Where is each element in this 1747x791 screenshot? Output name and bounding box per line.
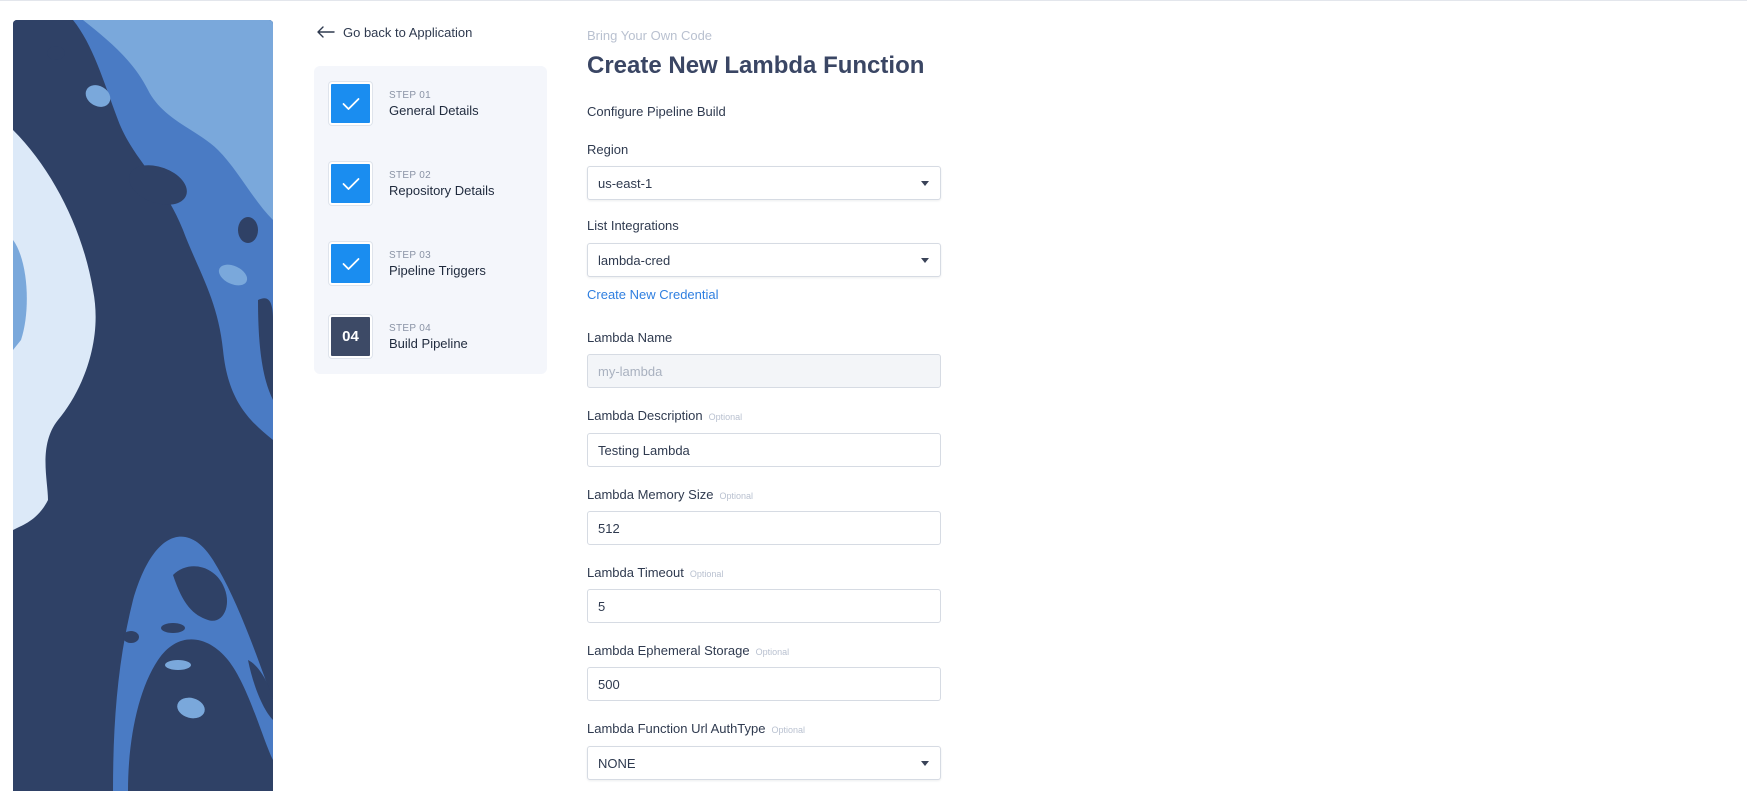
lambda-storage-input[interactable]: 500	[587, 667, 941, 701]
lambda-memory-label: Lambda Memory Size Optional	[587, 487, 753, 502]
step-status-box	[329, 242, 372, 285]
optional-tag: Optional	[771, 725, 806, 735]
lambda-storage-value: 500	[598, 676, 620, 692]
step-number: STEP 01	[389, 89, 431, 101]
lambda-memory-input[interactable]: 512	[587, 511, 941, 545]
region-selected-value: us-east-1	[598, 175, 653, 191]
optional-tag: Optional	[708, 412, 743, 422]
integrations-selected-value: lambda-cred	[598, 252, 671, 268]
step-number: STEP 02	[389, 169, 431, 181]
checkmark-icon	[342, 257, 359, 270]
step-build-pipeline[interactable]: 04 STEP 04 Build Pipeline	[329, 315, 468, 358]
step-pipeline-triggers[interactable]: STEP 03 Pipeline Triggers	[329, 242, 486, 285]
back-to-application-link[interactable]: Go back to Application	[317, 22, 472, 42]
step-text: STEP 01 General Details	[389, 89, 479, 119]
back-link-label: Go back to Application	[343, 24, 473, 40]
step-number: STEP 04	[389, 322, 431, 334]
region-select[interactable]: us-east-1	[587, 166, 941, 200]
page-eyebrow: Bring Your Own Code	[587, 28, 713, 43]
field-label-text: Lambda Memory Size	[587, 487, 714, 502]
section-subtitle: Configure Pipeline Build	[587, 104, 726, 119]
step-general-details[interactable]: STEP 01 General Details	[329, 82, 479, 125]
step-title: Build Pipeline	[389, 335, 468, 351]
step-text: STEP 03 Pipeline Triggers	[389, 249, 486, 279]
field-label-text: Lambda Description	[587, 408, 703, 423]
optional-tag: Optional	[719, 491, 753, 501]
checkmark-icon	[342, 97, 359, 110]
lambda-description-value: Testing Lambda	[598, 442, 690, 458]
abstract-wave-illustration	[13, 20, 273, 791]
integrations-select[interactable]: lambda-cred	[587, 243, 941, 277]
page-title: Create New Lambda Function	[587, 52, 925, 79]
step-text: STEP 02 Repository Details	[389, 169, 495, 199]
lambda-timeout-label: Lambda Timeout Optional	[587, 565, 723, 580]
field-label-text: Lambda Function Url AuthType	[587, 721, 766, 736]
lambda-memory-value: 512	[598, 520, 620, 536]
step-text: STEP 04 Build Pipeline	[389, 322, 468, 352]
step-title: Repository Details	[389, 182, 495, 198]
step-number-badge: 04	[329, 315, 372, 358]
step-title: General Details	[389, 102, 479, 118]
lambda-timeout-value: 5	[598, 598, 606, 614]
integrations-label: List Integrations	[587, 218, 679, 233]
caret-down-icon	[921, 761, 929, 766]
caret-down-icon	[921, 181, 929, 186]
lambda-name-label: Lambda Name	[587, 330, 673, 345]
wizard-steps-panel: STEP 01 General Details STEP 02 Reposito…	[314, 66, 547, 374]
step-repository-details[interactable]: STEP 02 Repository Details	[329, 162, 495, 205]
lambda-description-label: Lambda Description Optional	[587, 408, 742, 423]
step-title: Pipeline Triggers	[389, 262, 486, 278]
create-new-credential-link[interactable]: Create New Credential	[587, 287, 719, 302]
lambda-description-input[interactable]: Testing Lambda	[587, 433, 941, 467]
step-status-box	[329, 82, 372, 125]
lambda-name-input[interactable]: my-lambda	[587, 354, 941, 388]
step-number: STEP 03	[389, 249, 431, 261]
optional-tag: Optional	[755, 647, 790, 657]
lambda-name-placeholder: my-lambda	[598, 363, 663, 379]
field-label-text: Lambda Timeout	[587, 565, 684, 580]
lambda-timeout-input[interactable]: 5	[587, 589, 941, 623]
lambda-url-auth-label: Lambda Function Url AuthType Optional	[587, 721, 805, 736]
step-status-box	[329, 162, 372, 205]
lambda-url-auth-select[interactable]: NONE	[587, 746, 941, 780]
lambda-storage-label: Lambda Ephemeral Storage Optional	[587, 643, 789, 658]
arrow-left-icon	[317, 26, 335, 38]
checkmark-icon	[342, 177, 359, 190]
lambda-url-auth-selected-value: NONE	[598, 755, 636, 771]
region-label: Region	[587, 142, 629, 157]
caret-down-icon	[921, 258, 929, 263]
top-divider	[0, 0, 1747, 1]
optional-tag: Optional	[689, 569, 724, 579]
decorative-art-panel	[13, 20, 273, 791]
field-label-text: Lambda Ephemeral Storage	[587, 643, 750, 658]
